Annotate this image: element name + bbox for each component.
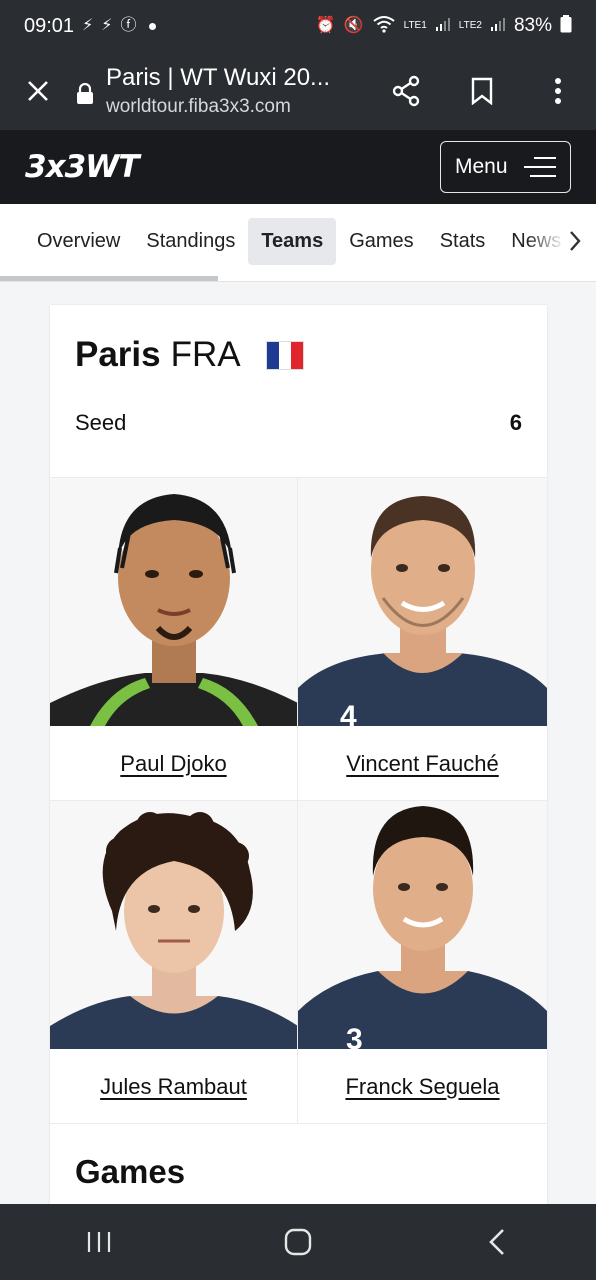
share-icon: [392, 75, 420, 107]
player-card[interactable]: 3 Franck Seguela: [298, 801, 547, 1124]
player-photo[interactable]: 3: [298, 801, 547, 1049]
games-section-title: Games: [75, 1153, 186, 1190]
mute-icon: 🔇: [343, 17, 364, 34]
player-name-link[interactable]: Jules Rambaut: [50, 1049, 297, 1124]
site-logo[interactable]: 3x3WT: [25, 149, 139, 185]
wifi-icon: [372, 15, 396, 37]
site-header: 3x3WT Menu: [0, 130, 596, 204]
page-title: Paris | WT Wuxi 20...: [106, 64, 331, 91]
notification-icon: ⚡: [101, 17, 113, 34]
tabs-scroll-right-button[interactable]: [526, 204, 596, 278]
battery-icon: [560, 15, 572, 37]
home-icon: [284, 1228, 312, 1256]
section-tabs: Overview Standings Teams Games Stats New…: [0, 204, 596, 282]
more-notifications-icon: [148, 22, 156, 30]
battery-percent: 83%: [513, 15, 552, 36]
home-button[interactable]: [248, 1204, 348, 1280]
address-bar[interactable]: Paris | WT Wuxi 20... worldtour.fiba3x3.…: [76, 64, 368, 118]
menu-label: Menu: [455, 155, 508, 178]
tab-teams[interactable]: Teams: [248, 217, 337, 265]
tab-overview[interactable]: Overview: [24, 218, 133, 265]
tab-stats[interactable]: Stats: [427, 218, 499, 265]
browser-toolbar: Paris | WT Wuxi 20... worldtour.fiba3x3.…: [0, 52, 596, 130]
status-bar: 09:01 ⚡ ⚡ ⓕ ⏰ 🔇 LTE1 LTE2 83%: [0, 0, 596, 52]
signal-icon: [490, 16, 506, 36]
signal-icon: [435, 16, 451, 36]
tabs-scroll-indicator: [0, 276, 218, 281]
menu-button[interactable]: Menu: [440, 141, 571, 193]
back-button[interactable]: [447, 1204, 547, 1280]
player-card[interactable]: Paul Djoko: [50, 478, 298, 801]
team-name: Paris: [75, 335, 161, 374]
recent-apps-icon: [88, 1232, 111, 1252]
player-card[interactable]: 4 Vincent Fauché: [298, 478, 547, 801]
team-country-code: FRA: [170, 335, 241, 374]
bookmark-button[interactable]: [444, 52, 520, 130]
more-vert-icon: [555, 78, 561, 104]
close-tab-button[interactable]: [0, 52, 76, 130]
page-url: worldtour.fiba3x3.com: [106, 96, 291, 117]
hamburger-icon: [524, 157, 556, 177]
notification-icon: ⚡: [82, 17, 94, 34]
status-time: 09:01: [24, 14, 75, 37]
team-card: Paris FRA Seed 6 Paul Djoko 4 Vincent Fa…: [50, 305, 547, 1205]
player-photo[interactable]: [50, 478, 297, 726]
tab-games[interactable]: Games: [336, 218, 426, 265]
more-options-button[interactable]: [520, 52, 596, 130]
seed-value: 6: [509, 410, 522, 435]
recent-apps-button[interactable]: [49, 1204, 149, 1280]
player-photo[interactable]: [50, 801, 297, 1049]
france-flag-icon: [265, 340, 304, 370]
network-lte2-label: LTE2: [458, 20, 482, 31]
svg-text:4: 4: [340, 700, 357, 726]
lock-icon: [77, 83, 93, 104]
network-lte1-label: LTE1: [403, 20, 427, 31]
close-icon: [28, 81, 48, 101]
system-navigation-bar: [0, 1204, 596, 1280]
player-name-link[interactable]: Paul Djoko: [50, 726, 297, 801]
facebook-icon: ⓕ: [120, 17, 137, 34]
players-grid: Paul Djoko 4 Vincent Fauché Jules Rambau…: [50, 477, 547, 1124]
tab-standings[interactable]: Standings: [133, 218, 248, 265]
player-card[interactable]: Jules Rambaut: [50, 801, 298, 1124]
share-button[interactable]: [368, 52, 444, 130]
player-name-link[interactable]: Vincent Fauché: [298, 726, 547, 801]
chevron-right-icon: [570, 231, 581, 251]
bookmark-icon: [471, 77, 493, 105]
back-icon: [488, 1229, 504, 1255]
seed-label: Seed: [75, 410, 127, 435]
player-photo[interactable]: 4: [298, 478, 547, 726]
alarm-icon: ⏰: [315, 17, 336, 34]
svg-text:3: 3: [346, 1023, 363, 1049]
player-name-link[interactable]: Franck Seguela: [298, 1049, 547, 1124]
